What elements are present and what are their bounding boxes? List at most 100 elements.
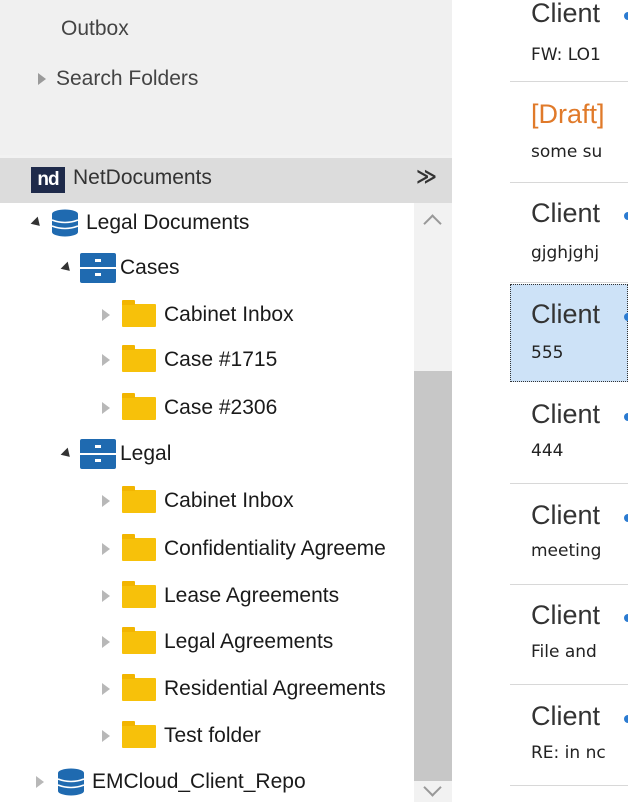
mail-sender: Client — [531, 198, 601, 228]
mail-folders-section: Outbox Search Folders — [0, 0, 452, 155]
triangle-expanded-icon[interactable] — [60, 447, 74, 461]
triangle-right-icon[interactable] — [102, 590, 110, 602]
mail-item[interactable]: Client RE: in nc — [510, 686, 628, 786]
folder-pane: Outbox Search Folders nd NetDocuments ≫ … — [0, 0, 452, 802]
mail-sender: Client — [531, 600, 601, 630]
netdocuments-tree: Legal Documents Cases Cabinet Inbox Case… — [0, 203, 414, 802]
unread-dot-icon — [624, 715, 628, 723]
unread-dot-icon — [624, 413, 628, 421]
mail-sender: Client — [531, 0, 601, 28]
mail-sender: Client — [531, 299, 601, 329]
mail-item[interactable]: Client FW: LO1 — [510, 0, 628, 82]
outbox-label: Outbox — [61, 17, 129, 40]
tree-label: Case #1715 — [164, 348, 278, 371]
mail-subject: FW: LO1 — [531, 45, 601, 65]
triangle-right-icon[interactable] — [102, 402, 110, 414]
tree-folder-legal-agreements[interactable]: Legal Agreements — [102, 625, 333, 659]
triangle-right-icon[interactable] — [102, 683, 110, 695]
tree-label: EMCloud_Client_Repo — [92, 770, 306, 793]
unread-dot-icon — [624, 313, 628, 321]
triangle-expanded-icon[interactable] — [60, 261, 74, 275]
mail-sender: [Draft] — [531, 99, 605, 129]
tree-label: Legal — [120, 442, 172, 465]
mail-sender: Client — [531, 701, 601, 731]
folder-icon — [122, 344, 156, 372]
folder-outbox[interactable]: Outbox — [61, 13, 129, 45]
mail-item[interactable]: Client meeting — [510, 485, 628, 585]
tree-repo-emcloud[interactable]: EMCloud_Client_Repo — [36, 765, 306, 799]
tree-label: Residential Agreements — [164, 677, 386, 700]
database-icon — [51, 209, 79, 237]
tree-folder-test-folder[interactable]: Test folder — [102, 719, 261, 753]
folder-icon — [122, 533, 156, 561]
triangle-right-icon[interactable] — [102, 730, 110, 742]
database-icon — [57, 768, 85, 796]
tree-label: Confidentiality Agreeme — [164, 537, 386, 560]
tree-label: Legal Agreements — [164, 630, 334, 653]
triangle-right-icon[interactable] — [102, 495, 110, 507]
mail-sender: Client — [531, 399, 601, 429]
tree-folder-confidentiality[interactable]: Confidentiality Agreeme — [102, 532, 386, 566]
triangle-right-icon[interactable] — [102, 354, 110, 366]
mail-item[interactable]: Client gjghjghj — [510, 183, 628, 283]
netdocuments-header[interactable] — [0, 158, 452, 203]
tree-label: Cases — [120, 256, 180, 279]
triangle-right-icon[interactable] — [102, 543, 110, 555]
mail-subject: 444 — [531, 441, 564, 461]
cabinet-icon — [80, 439, 116, 469]
mail-item[interactable]: Client File and — [510, 585, 628, 685]
tree-scrollbar[interactable] — [414, 203, 452, 802]
folder-icon — [122, 485, 156, 513]
pane-divider — [452, 0, 510, 802]
mail-subject: File and — [531, 642, 597, 662]
tree-repo-legal-documents[interactable]: Legal Documents — [30, 206, 250, 240]
triangle-right-icon[interactable] — [102, 309, 110, 321]
mail-sender: Client — [531, 500, 601, 530]
tree-label: Cabinet Inbox — [164, 303, 294, 326]
scroll-up-icon[interactable] — [423, 214, 442, 233]
tree-folder-residential-agreements[interactable]: Residential Agreements — [102, 672, 386, 706]
mail-item[interactable]: Client 444 — [510, 384, 628, 484]
tree-label: Case #2306 — [164, 396, 278, 419]
triangle-expanded-icon[interactable] — [30, 216, 44, 230]
folder-icon — [122, 626, 156, 654]
triangle-right-icon[interactable] — [102, 636, 110, 648]
mail-subject: gjghjghj — [531, 243, 600, 263]
folder-icon — [122, 392, 156, 420]
cabinet-icon — [80, 253, 116, 283]
double-chevron-down-icon[interactable]: ≫ — [416, 164, 437, 189]
tree-label: Cabinet Inbox — [164, 489, 294, 512]
expand-icon[interactable] — [38, 73, 46, 85]
mail-list: Client FW: LO1 [Draft] some su Client gj… — [510, 0, 628, 802]
tree-folder-cabinet-inbox-legal[interactable]: Cabinet Inbox — [102, 484, 294, 518]
folder-icon — [122, 580, 156, 608]
mail-subject: 555 — [531, 343, 564, 363]
scroll-down-icon[interactable] — [423, 778, 442, 797]
unread-dot-icon — [624, 614, 628, 622]
tree-cabinet-legal[interactable]: Legal — [60, 437, 172, 471]
search-folders-label: Search Folders — [56, 67, 199, 90]
tree-label: Lease Agreements — [164, 584, 340, 607]
mail-item[interactable]: [Draft] some su — [510, 83, 628, 183]
folder-icon — [122, 299, 156, 327]
netdocuments-title: NetDocuments — [73, 166, 212, 189]
tree-folder-lease-agreements[interactable]: Lease Agreements — [102, 579, 339, 613]
tree-label: Test folder — [164, 724, 261, 747]
folder-search-folders[interactable]: Search Folders — [38, 63, 198, 95]
tree-label: Legal Documents — [86, 211, 250, 234]
folder-icon — [122, 720, 156, 748]
unread-dot-icon — [624, 514, 628, 522]
mail-subject: meeting — [531, 541, 602, 561]
tree-folder-case-1715[interactable]: Case #1715 — [102, 343, 277, 377]
folder-icon — [122, 673, 156, 701]
mail-subject: RE: in nc — [531, 743, 606, 763]
mail-item-selected[interactable]: Client 555 — [510, 284, 628, 382]
scroll-thumb[interactable] — [414, 371, 452, 781]
tree-folder-case-2306[interactable]: Case #2306 — [102, 391, 277, 425]
mail-subject: some su — [531, 142, 603, 162]
tree-cabinet-cases[interactable]: Cases — [60, 251, 180, 285]
unread-dot-icon — [624, 12, 628, 20]
unread-dot-icon — [624, 212, 628, 220]
tree-folder-cabinet-inbox[interactable]: Cabinet Inbox — [102, 298, 294, 332]
triangle-right-icon[interactable] — [36, 776, 44, 788]
